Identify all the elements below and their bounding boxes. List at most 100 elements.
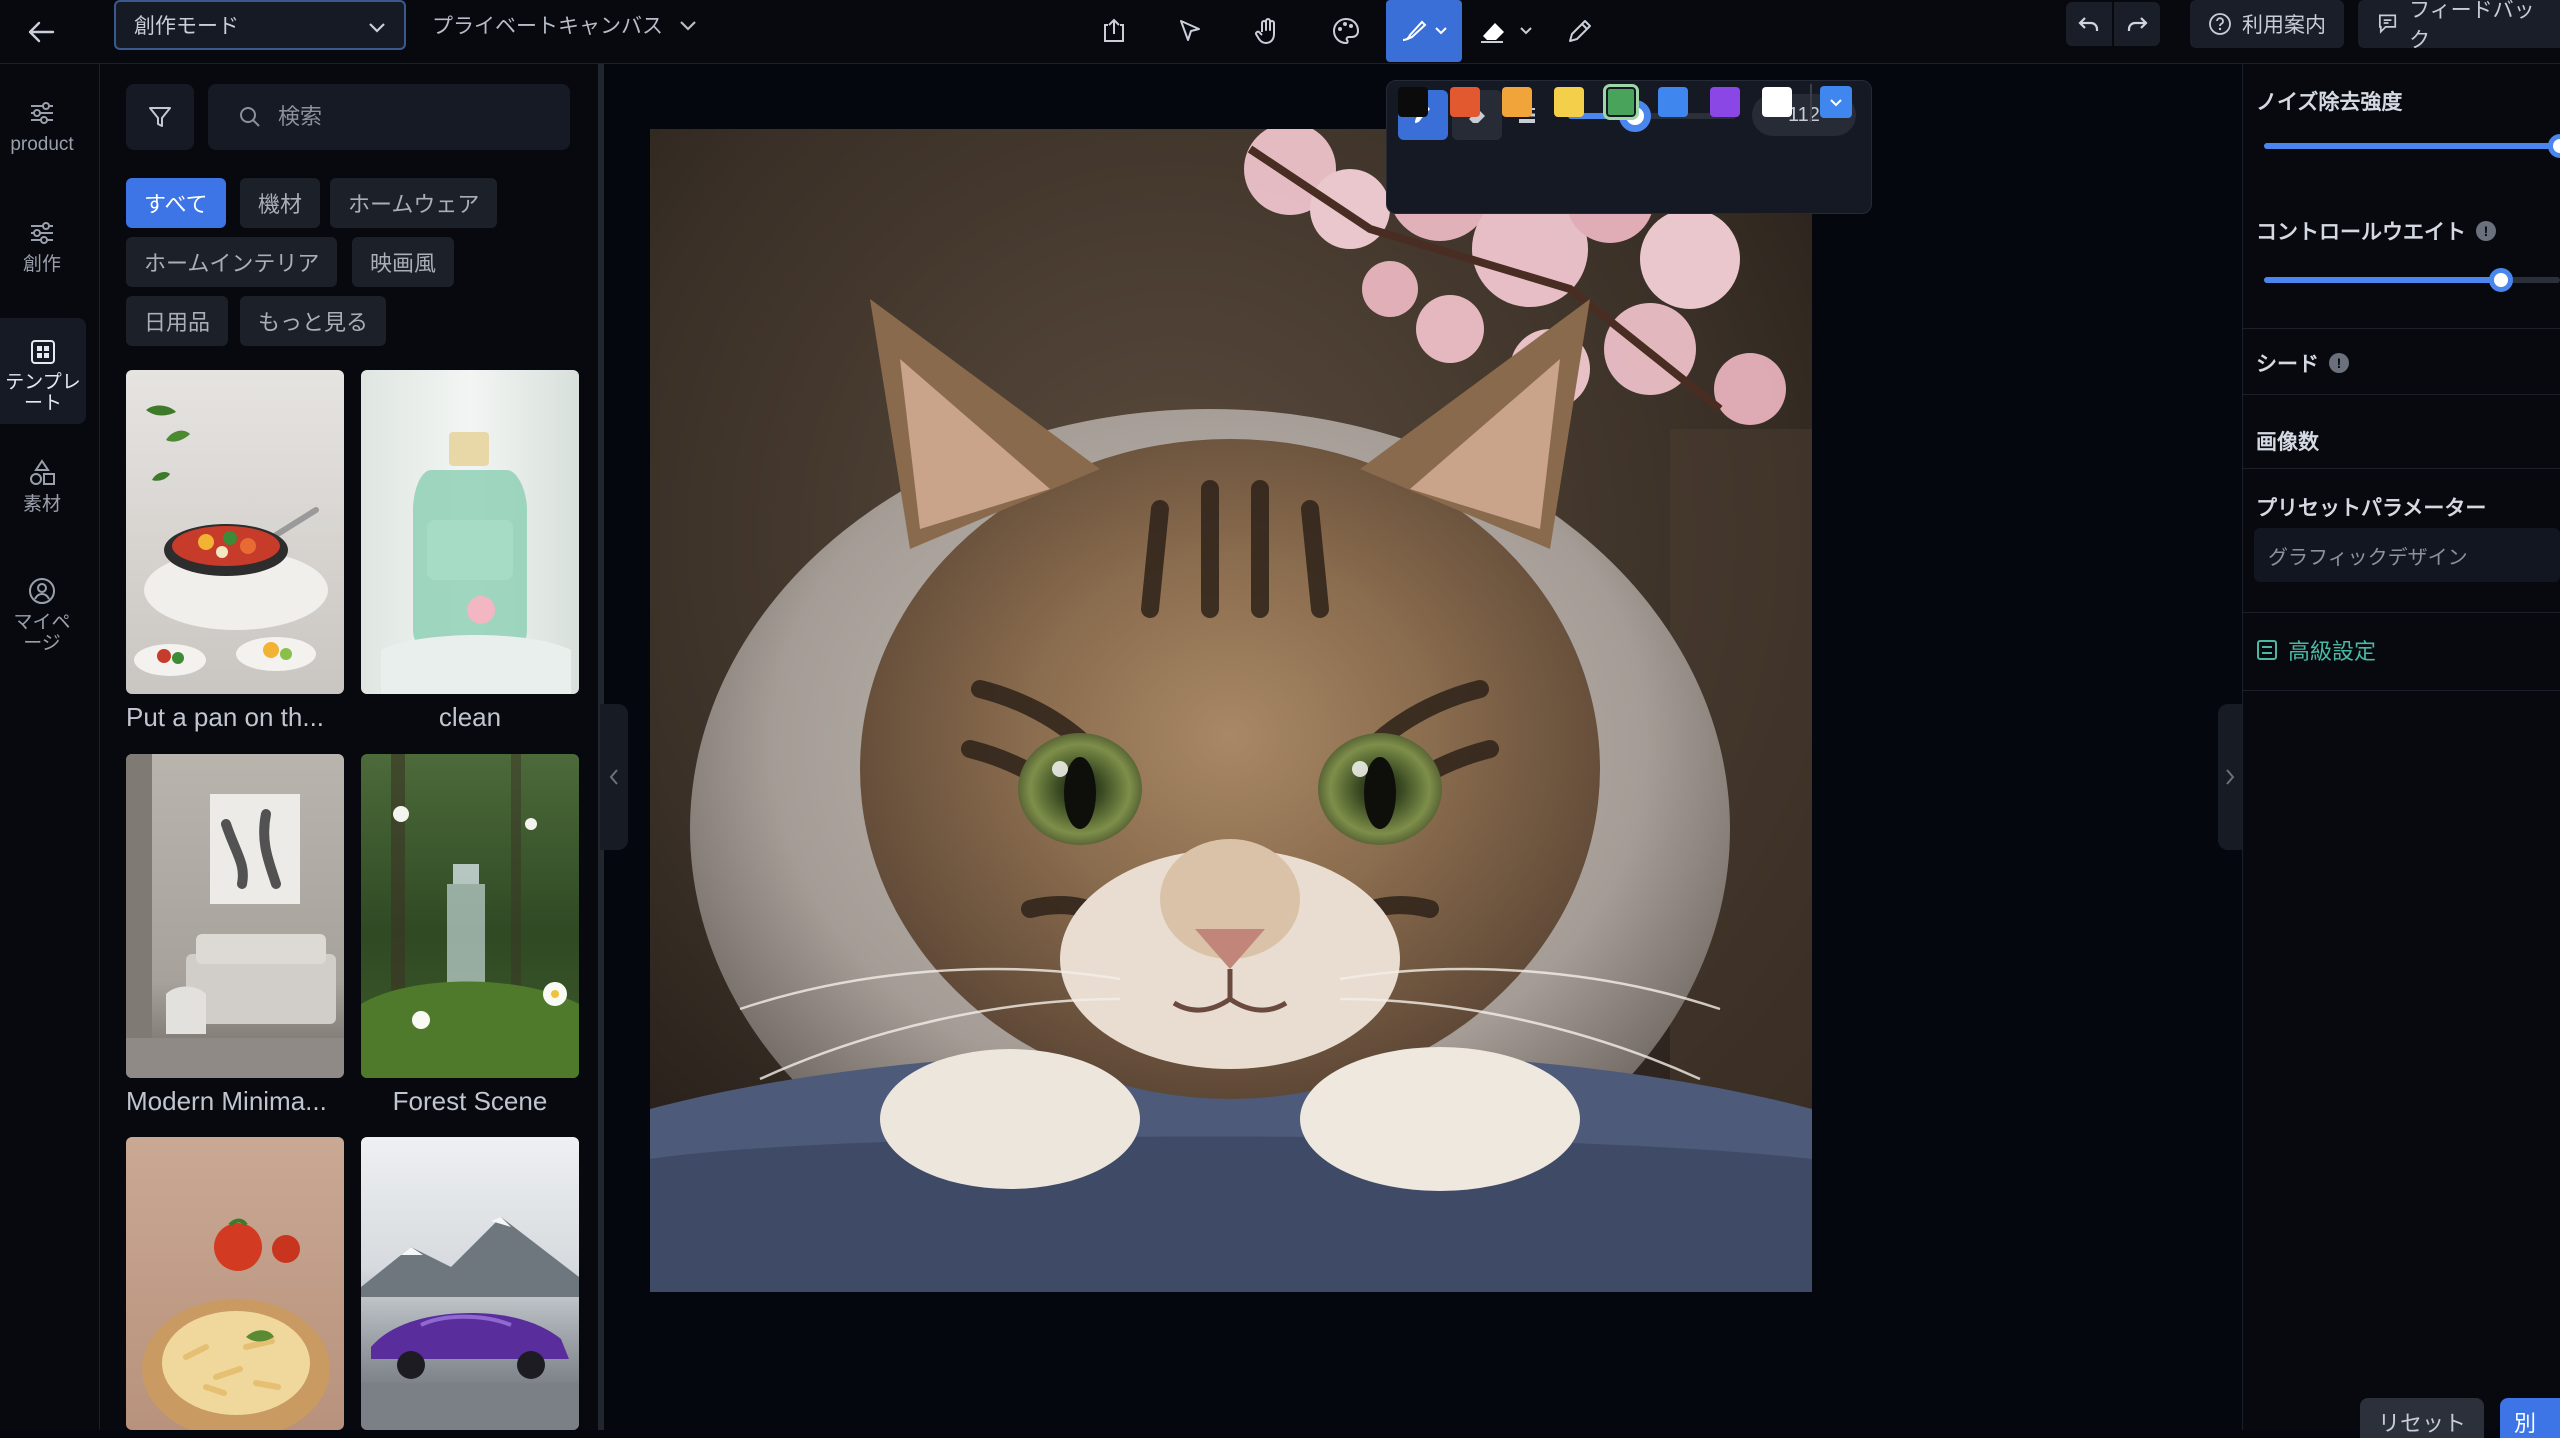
search-input[interactable] — [276, 103, 556, 131]
template-card-label: Modern Minima... — [126, 1086, 327, 1116]
chip-homeware[interactable]: ホームウェア — [330, 178, 498, 228]
rail-item-product[interactable]: product — [0, 98, 84, 155]
collapse-left-panel-button[interactable] — [600, 704, 628, 850]
template-thumbnail — [126, 370, 344, 694]
template-icon — [31, 340, 55, 364]
template-card[interactable]: Modern Minima... — [126, 754, 344, 1117]
search-box[interactable] — [208, 84, 570, 150]
chip-all[interactable]: すべて — [126, 178, 226, 228]
preset-label: プリセットパラメーター — [2256, 492, 2486, 522]
chevron-down-icon — [1830, 99, 1842, 107]
color-swatch[interactable] — [1450, 87, 1480, 117]
info-icon[interactable]: ! — [2476, 221, 2496, 241]
image-count-label: 画像数 — [2256, 426, 2319, 456]
color-swatch[interactable] — [1710, 87, 1740, 117]
canvas-image[interactable] — [650, 129, 1812, 1292]
eraser-tool-button[interactable] — [1472, 6, 1542, 56]
template-thumbnail — [126, 1137, 344, 1430]
canvas-select[interactable]: プライベートキャンバス — [432, 0, 699, 50]
redo-icon — [2127, 17, 2148, 31]
color-swatch[interactable] — [1502, 87, 1532, 117]
cat-image — [650, 129, 1812, 1292]
template-card[interactable]: Forest Scene — [361, 754, 579, 1117]
slider-fill — [2264, 277, 2501, 283]
export-icon — [1104, 18, 1124, 42]
divider — [2242, 612, 2560, 613]
palette-tool-button[interactable] — [1316, 6, 1376, 56]
user-icon — [29, 578, 55, 604]
rail-item-material[interactable]: 素材 — [0, 458, 84, 515]
pen-icon — [1569, 20, 1591, 42]
color-swatch[interactable] — [1603, 84, 1639, 120]
advanced-settings-link[interactable]: 高級設定 — [2256, 634, 2376, 666]
color-swatch[interactable] — [1658, 87, 1688, 117]
chip-cinematic[interactable]: 映画風 — [352, 237, 455, 287]
feedback-icon — [2378, 14, 2397, 34]
hand-icon — [1255, 18, 1275, 44]
template-card-label: Put a pan on th... — [126, 702, 325, 732]
divider — [2242, 394, 2560, 395]
template-card[interactable] — [126, 1137, 344, 1438]
filter-button[interactable] — [126, 84, 194, 150]
export-tool-button[interactable] — [1084, 6, 1144, 56]
collapse-right-panel-button[interactable] — [2218, 704, 2242, 850]
question-icon — [2209, 13, 2231, 35]
template-card-label: Forest Scene — [392, 1086, 548, 1116]
undo-button[interactable] — [2066, 2, 2112, 46]
info-icon[interactable]: ! — [2329, 353, 2349, 373]
rail-item-label: テンプレート — [5, 372, 81, 414]
search-icon — [240, 107, 260, 127]
brush-tool-button[interactable] — [1386, 0, 1462, 62]
help-button[interactable]: 利用案内 — [2190, 0, 2344, 48]
rail-item-template[interactable]: テンプレート — [0, 318, 86, 424]
color-swatch[interactable] — [1398, 87, 1428, 117]
custom-color-button[interactable] — [1820, 86, 1852, 118]
slider-fill — [2264, 143, 2560, 149]
chip-daily-goods[interactable]: 日用品 — [126, 296, 229, 346]
chip-equipment[interactable]: 機材 — [240, 178, 321, 228]
chevron-left-icon — [609, 769, 618, 785]
control-weight-text: コントロールウエイト — [2256, 221, 2466, 244]
template-card[interactable]: clean — [361, 370, 579, 733]
arrow-left-icon — [28, 21, 55, 43]
pan-tool-button[interactable] — [1238, 6, 1298, 56]
back-button[interactable] — [18, 12, 64, 52]
noise-strength-slider[interactable] — [2264, 134, 2560, 158]
chevron-down-icon — [680, 21, 696, 31]
color-swatch[interactable] — [1762, 87, 1792, 117]
divider — [2242, 468, 2560, 469]
seed-label: シード ! — [2256, 348, 2349, 378]
mode-select-value: 創作モード — [134, 15, 239, 38]
sliders-icon — [31, 102, 53, 124]
feedback-button[interactable]: フィードバック — [2358, 0, 2560, 52]
rail-item-label: マイページ — [13, 612, 71, 654]
template-card[interactable] — [361, 1137, 579, 1438]
select-tool-button[interactable] — [1160, 6, 1220, 56]
divider — [1810, 84, 1812, 122]
mode-select[interactable]: 創作モード — [114, 0, 406, 50]
rail-item-create[interactable]: 創作 — [0, 218, 84, 275]
brush-icon — [1402, 20, 1447, 41]
rail-item-label: 創作 — [22, 254, 61, 275]
rail-item-label: 素材 — [22, 494, 61, 515]
rail-item-mypage[interactable]: マイページ — [0, 576, 84, 654]
pen-tool-button[interactable] — [1550, 6, 1610, 56]
color-swatch[interactable] — [1554, 87, 1584, 117]
slider-knob[interactable] — [2489, 268, 2513, 292]
control-weight-slider[interactable] — [2264, 268, 2560, 292]
reset-button[interactable]: リセット — [2360, 1398, 2484, 1438]
preset-text: プリセットパラメーター — [2256, 497, 2487, 520]
noise-strength-text: ノイズ除去強度 — [2256, 91, 2403, 114]
chip-see-more[interactable]: もっと見る — [240, 296, 387, 346]
preset-select[interactable]: グラフィックデザイン — [2254, 528, 2560, 582]
control-weight-label: コントロールウエイト ! — [2256, 216, 2496, 246]
image-count-text: 画像数 — [2256, 431, 2319, 454]
redo-button[interactable] — [2114, 2, 2160, 46]
slider-knob[interactable] — [2548, 134, 2560, 158]
cursor-icon — [1180, 20, 1200, 41]
generate-button[interactable]: 別 — [2500, 1398, 2560, 1438]
sliders-icon — [31, 222, 53, 244]
template-card[interactable]: Put a pan on th... — [126, 370, 344, 733]
canvas-select-value: プライベートキャンバス — [432, 15, 663, 38]
chip-home-interior[interactable]: ホームインテリア — [126, 237, 338, 287]
